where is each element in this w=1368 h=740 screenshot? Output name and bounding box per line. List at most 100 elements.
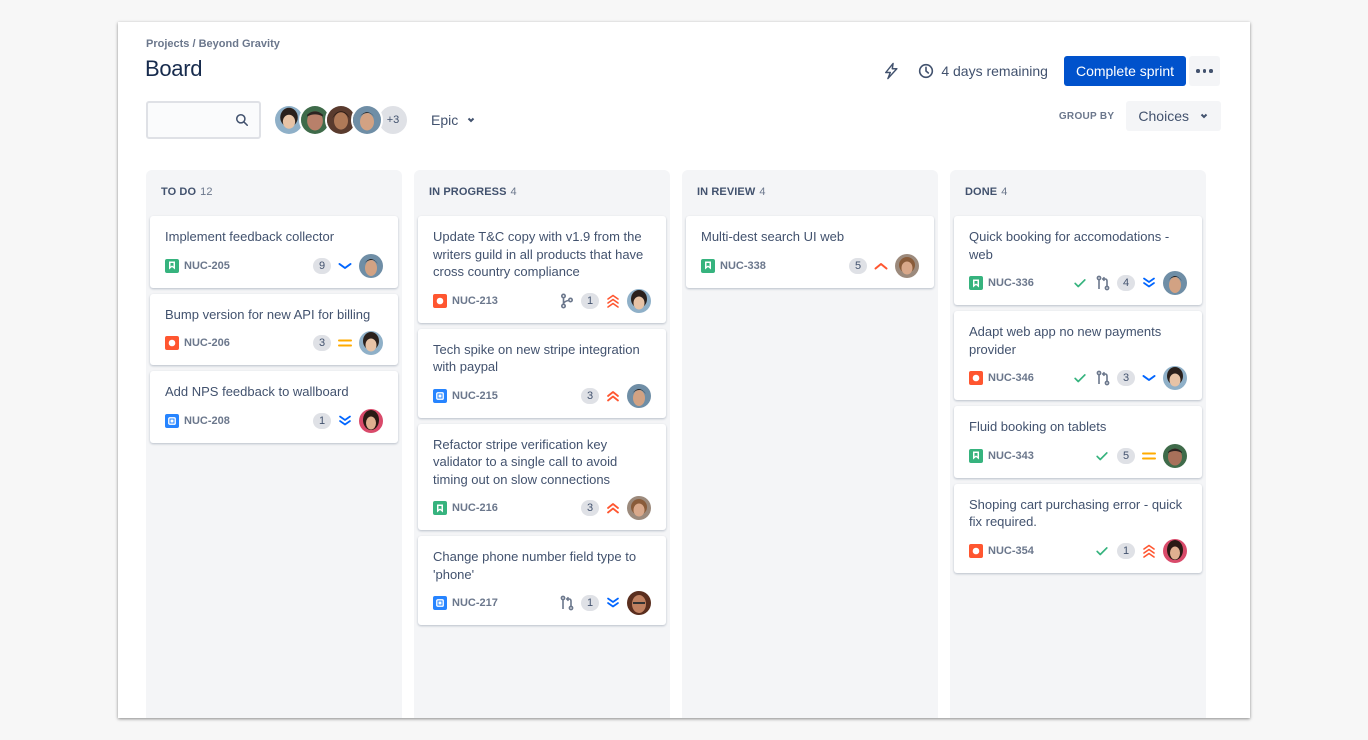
issue-card[interactable]: Tech spike on new stripe integration wit… <box>418 328 666 418</box>
card-footer: NUC-213 1 <box>433 288 651 313</box>
assignee-avatar[interactable] <box>627 288 651 313</box>
assignee-avatar[interactable] <box>627 591 651 615</box>
card-footer: NUC-336 4 <box>969 271 1187 295</box>
issue-key[interactable]: NUC-215 <box>452 390 498 402</box>
issue-key[interactable]: NUC-217 <box>452 597 498 609</box>
issue-key[interactable]: NUC-205 <box>184 260 230 272</box>
issue-key[interactable]: NUC-354 <box>988 545 1034 557</box>
issue-key[interactable]: NUC-346 <box>988 372 1034 384</box>
issue-type-story-icon <box>433 501 447 515</box>
card-footer: NUC-343 5 <box>969 443 1187 468</box>
column-title: IN PROGRESS <box>429 186 507 198</box>
issue-summary: Shoping cart purchasing error - quick fi… <box>969 496 1183 530</box>
done-check-icon <box>1074 279 1086 288</box>
column-done: DONE 4 Quick booking for accomodations - w… <box>950 170 1206 718</box>
column-title: DONE <box>965 186 998 198</box>
column-header: IN REVIEW 4 <box>686 174 934 210</box>
assignee-avatar[interactable] <box>359 331 383 355</box>
issue-card[interactable]: Quick booking for accomodations - web NUC… <box>954 216 1202 305</box>
card-meta: 1 <box>1095 538 1187 563</box>
card-footer: NUC-215 3 <box>433 383 651 408</box>
column-count: 4 <box>759 186 766 198</box>
issue-card[interactable]: Add NPS feedback to wallboard NUC-208 1 <box>150 371 398 443</box>
more-actions-button[interactable] <box>1189 56 1220 86</box>
issue-type-bug-icon <box>165 336 179 350</box>
assignee-avatar[interactable] <box>1163 271 1187 295</box>
issue-card[interactable]: Change phone number field type to 'phone… <box>418 536 666 625</box>
card-meta: 3 <box>313 331 383 355</box>
issue-key[interactable]: NUC-336 <box>988 277 1034 289</box>
priority-low-icon <box>337 258 353 274</box>
complete-sprint-button[interactable]: Complete sprint <box>1063 56 1186 86</box>
issue-card[interactable]: Update T&C copy with v1.9 from the write… <box>418 216 666 323</box>
assignee-avatar[interactable] <box>1163 443 1187 468</box>
priority-lowest-icon <box>337 413 353 429</box>
issue-type-story-icon <box>701 258 715 273</box>
lightning-bolt-icon[interactable] <box>882 62 900 80</box>
board-columns: TO DO 12 Implement feedback collector NUC-2… <box>146 170 1206 718</box>
epic-label: Epic <box>431 112 459 128</box>
sprint-actions: 4 days remaining Complete sprint <box>882 56 1220 86</box>
issue-summary: Implement feedback collector <box>165 229 335 244</box>
issue-card[interactable]: Multi-dest search UI web NUC-338 5 <box>686 216 934 288</box>
assignee-avatar[interactable] <box>359 253 383 278</box>
issue-key[interactable]: NUC-216 <box>452 502 498 514</box>
priority-lowest-icon <box>605 595 621 611</box>
story-points-badge: 1 <box>581 292 599 309</box>
card-footer: NUC-208 1 <box>165 408 383 433</box>
priority-medium-icon <box>337 335 353 351</box>
issue-key[interactable]: NUC-206 <box>184 337 230 349</box>
assignee-avatar[interactable] <box>627 383 651 408</box>
more-dot <box>1202 69 1207 73</box>
issue-type-story-icon <box>969 448 983 463</box>
card-meta: 5 <box>1095 443 1187 468</box>
card-footer: NUC-216 3 <box>433 496 651 520</box>
column-in-review: IN REVIEW 4 Multi-dest search UI web NUC-33… <box>682 170 938 718</box>
epic-filter-dropdown[interactable]: Epic <box>431 112 476 128</box>
group-by: GROUP BY Choices <box>1059 101 1221 131</box>
card-footer: NUC-217 1 <box>433 591 651 615</box>
issue-card[interactable]: Adapt web app no new payments provider NU… <box>954 311 1202 400</box>
assignee-avatar[interactable] <box>1163 538 1187 563</box>
board-window: Projects / Beyond Gravity Board 4 days r… <box>118 22 1250 718</box>
pull-request-icon <box>560 595 574 611</box>
group-by-label: GROUP BY <box>1058 110 1115 122</box>
column-header: IN PROGRESS 4 <box>418 174 666 210</box>
issue-card[interactable]: Implement feedback collector NUC-205 9 <box>150 216 398 288</box>
assignee-avatar[interactable] <box>627 496 651 520</box>
search-input[interactable] <box>148 103 228 137</box>
group-by-dropdown[interactable]: Choices <box>1126 101 1221 131</box>
assignee-avatar[interactable] <box>1163 366 1187 390</box>
search-field[interactable] <box>146 101 261 139</box>
issue-type-task-icon <box>433 596 447 610</box>
assignee-avatar[interactable] <box>895 253 919 278</box>
avatar[interactable] <box>351 104 383 136</box>
issue-type-story-icon <box>969 276 983 290</box>
card-meta: 5 <box>849 253 919 278</box>
done-check-icon <box>1096 451 1108 460</box>
issue-type-story-icon <box>165 258 179 273</box>
issue-key[interactable]: NUC-208 <box>184 415 230 427</box>
pull-request-icon <box>1096 275 1110 291</box>
page-title: Board <box>145 56 203 81</box>
column-header: TO DO 12 <box>150 174 398 210</box>
card-meta: 3 <box>581 496 651 520</box>
issue-key[interactable]: NUC-343 <box>988 450 1034 462</box>
priority-high-icon <box>605 388 621 404</box>
issue-key[interactable]: NUC-213 <box>452 295 498 307</box>
pull-request-icon <box>1096 370 1110 386</box>
priority-low-icon <box>1141 370 1157 386</box>
issue-summary: Refactor stripe verification key validat… <box>433 436 618 487</box>
assignee-avatar[interactable] <box>359 408 383 433</box>
issue-key[interactable]: NUC-338 <box>720 260 766 272</box>
story-points-badge: 1 <box>1117 542 1135 559</box>
issue-card[interactable]: Refactor stripe verification key validat… <box>418 423 666 530</box>
story-points-badge: 9 <box>313 257 331 274</box>
issue-card[interactable]: Bump version for new API for billing NUC-… <box>150 293 398 365</box>
story-points-badge: 4 <box>1117 275 1135 291</box>
issue-card[interactable]: Shoping cart purchasing error - quick fi… <box>954 483 1202 573</box>
issue-card[interactable]: Fluid booking on tablets NUC-343 5 <box>954 406 1202 478</box>
chevron-down-icon <box>1200 113 1208 119</box>
card-footer: NUC-346 3 <box>969 366 1187 390</box>
breadcrumb[interactable]: Projects / Beyond Gravity <box>146 38 280 50</box>
